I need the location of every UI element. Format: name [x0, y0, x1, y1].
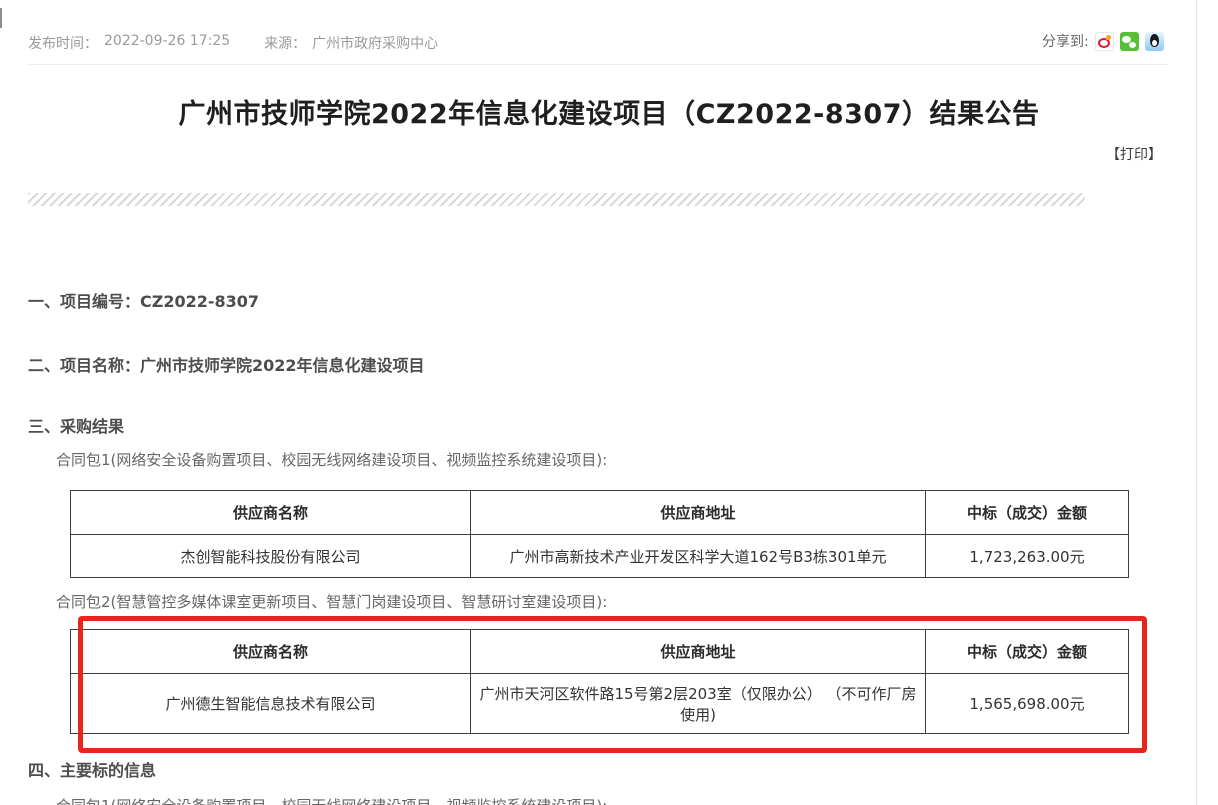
table-header-row: 供应商名称 供应商地址 中标（成交）金额 [71, 630, 1129, 674]
qq-share-icon[interactable] [1145, 32, 1164, 51]
header-award-amount: 中标（成交）金额 [926, 630, 1129, 674]
table-row: 杰创智能科技股份有限公司 广州市高新技术产业开发区科学大道162号B3栋301单… [71, 535, 1129, 578]
page-title: 广州市技师学院2022年信息化建设项目（CZ2022-8307）结果公告 [0, 92, 1218, 131]
section-heading-main-subject-info: 四、主要标的信息 [28, 757, 156, 781]
meta-bar: 发布时间： 2022-09-26 17:25 来源： 广州市政府采购中心 [28, 33, 438, 53]
section-heading-procurement-result: 三、采购结果 [28, 413, 124, 437]
supplier-address-cell: 广州市天河区软件路15号第2层203室（仅限办公） （不可作厂房使用) [471, 674, 926, 734]
announcement-page: 发布时间：2022-09-26 17:25 来源：广州市政府采购中心 分享到: … [0, 0, 1218, 805]
award-amount-cell: 1,565,698.00元 [926, 674, 1129, 734]
meta-separator [28, 64, 1168, 65]
supplier-name-cell: 杰创智能科技股份有限公司 [71, 535, 471, 578]
header-supplier-address: 供应商地址 [471, 491, 926, 535]
package1-table: 供应商名称 供应商地址 中标（成交）金额 杰创智能科技股份有限公司 广州市高新技… [70, 490, 1129, 578]
package1-caption-cutoff: 合同包1(网络安全设备购置项目、校园无线网络建设项目、视频监控系统建设项目): [56, 795, 607, 805]
section-heading-project-name: 二、项目名称：广州市技师学院2022年信息化建设项目 [28, 352, 425, 376]
supplier-address-cell: 广州市高新技术产业开发区科学大道162号B3栋301单元 [471, 535, 926, 578]
share-bar: 分享到: [1042, 31, 1164, 51]
hatched-divider [28, 193, 1085, 206]
header-award-amount: 中标（成交）金额 [926, 491, 1129, 535]
package2-table: 供应商名称 供应商地址 中标（成交）金额 广州德生智能信息技术有限公司 广州市天… [70, 629, 1129, 734]
header-supplier-address: 供应商地址 [471, 630, 926, 674]
award-amount-cell: 1,723,263.00元 [926, 535, 1129, 578]
source-value: 广州市政府采购中心 [312, 33, 438, 53]
table-header-row: 供应商名称 供应商地址 中标（成交）金额 [71, 491, 1129, 535]
publish-time-label: 发布时间： [28, 33, 98, 53]
package2-caption: 合同包2(智慧管控多媒体课室更新项目、智慧门岗建设项目、智慧研讨室建设项目): [56, 591, 607, 612]
table-row: 广州德生智能信息技术有限公司 广州市天河区软件路15号第2层203室（仅限办公）… [71, 674, 1129, 734]
weibo-share-icon[interactable] [1095, 32, 1114, 51]
source-label: 来源： [264, 33, 306, 53]
header-supplier-name: 供应商名称 [71, 630, 471, 674]
print-button[interactable]: 【打印】 [1106, 144, 1162, 164]
share-label: 分享到: [1042, 31, 1089, 51]
header-supplier-name: 供应商名称 [71, 491, 471, 535]
wechat-share-icon[interactable] [1120, 32, 1139, 51]
package1-caption: 合同包1(网络安全设备购置项目、校园无线网络建设项目、视频监控系统建设项目): [56, 449, 607, 470]
section-heading-project-number: 一、项目编号：CZ2022-8307 [28, 288, 259, 312]
supplier-name-cell: 广州德生智能信息技术有限公司 [71, 674, 471, 734]
left-edge-tick [0, 8, 2, 28]
publish-time-value: 2022-09-26 17:25 [104, 33, 230, 53]
